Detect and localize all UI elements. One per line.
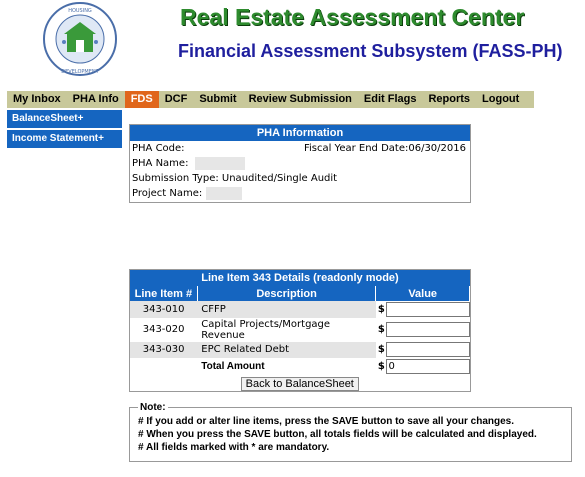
svg-text:HOUSING: HOUSING [68, 8, 92, 14]
table-row: 343-010 CFFP $ [130, 301, 470, 319]
currency-sign: $ [375, 318, 386, 342]
line-item-table: Line Item # Description Value 343-010 CF… [130, 286, 470, 392]
nav-submit[interactable]: Submit [193, 91, 242, 108]
table-row: 343-020 Capital Projects/Mortgage Revenu… [130, 318, 470, 342]
sidebar-item-income-statement[interactable]: Income Statement+ [7, 130, 122, 148]
app-title: Real Estate Assessment Center [180, 4, 525, 30]
fiscal-year-end-label: Fiscal Year End Date:06/30/2016 [303, 143, 466, 154]
currency-sign: $ [375, 301, 386, 319]
submission-type-label: Submission Type: Unaudited/Single Audit [132, 173, 338, 184]
sidebar-item-balancesheet[interactable]: BalanceSheet+ [7, 110, 122, 128]
submission-type-row: Submission Type: Unaudited/Single Audit [130, 171, 470, 186]
line-description: CFFP [197, 301, 376, 319]
pha-info-title: PHA Information [130, 125, 470, 141]
line-code: 343-010 [130, 301, 198, 319]
hud-seal-icon: HOUSING DEVELOPMENT [43, 2, 117, 76]
line-description: Capital Projects/Mortgage Revenue [197, 318, 376, 342]
note-line: # When you press the SAVE button, all to… [138, 429, 537, 440]
currency-sign: $ [375, 341, 386, 359]
pha-name-label: PHA Name: [132, 158, 189, 169]
line-code: 343-020 [130, 318, 198, 342]
line-value-input[interactable] [385, 301, 470, 317]
pha-name-row: PHA Name: [130, 156, 470, 171]
note-legend: Note: [140, 402, 166, 413]
pha-code-row: PHA Code: Fiscal Year End Date:06/30/201… [130, 141, 470, 156]
pha-name-value [194, 156, 245, 170]
top-nav: My Inbox PHA Info FDS DCF Submit Review … [7, 91, 534, 108]
nav-dcf[interactable]: DCF [159, 91, 194, 108]
currency-sign: $ [377, 361, 385, 373]
nav-logout[interactable]: Logout [476, 91, 525, 108]
pha-code-label: PHA Code: [132, 143, 185, 154]
total-row: Total Amount $ [130, 358, 470, 375]
back-to-balancesheet-button[interactable]: Back to BalanceSheet [240, 376, 359, 391]
pha-info-panel: PHA Information PHA Code: Fiscal Year En… [129, 124, 471, 203]
nav-fds[interactable]: FDS [124, 91, 159, 108]
nav-my-inbox[interactable]: My Inbox [7, 91, 67, 108]
line-value-input[interactable] [385, 342, 470, 357]
note-line: # If you add or alter line items, press … [138, 416, 515, 427]
line-code: 343-030 [130, 341, 198, 359]
project-name-value [206, 186, 243, 200]
col-description: Description [197, 286, 377, 301]
project-name-label: Project Name: [132, 188, 203, 199]
line-item-title: Line Item 343 Details (readonly mode) [130, 270, 470, 286]
nav-reports[interactable]: Reports [422, 91, 476, 108]
col-value: Value [375, 286, 470, 301]
nav-pha-info[interactable]: PHA Info [67, 91, 125, 108]
line-description: EPC Related Debt [197, 341, 376, 359]
note-box: Note: # If you add or alter line items, … [129, 402, 572, 462]
line-item-panel: Line Item 343 Details (readonly mode) Li… [129, 269, 471, 392]
app-subtitle: Financial Assessment Subsystem (FASS-PH) [178, 41, 563, 61]
total-amount-label: Total Amount [201, 361, 265, 373]
side-menu: BalanceSheet+ Income Statement+ [7, 110, 122, 150]
line-value-input[interactable] [385, 322, 470, 337]
note-line: # All fields marked with * are mandatory… [138, 442, 330, 453]
total-amount-input[interactable] [385, 359, 470, 375]
table-row: 343-030 EPC Related Debt $ [130, 341, 470, 359]
project-name-row: Project Name: [130, 186, 470, 201]
nav-review-submission[interactable]: Review Submission [243, 91, 358, 108]
col-line-item: Line Item # [130, 286, 198, 301]
svg-text:DEVELOPMENT: DEVELOPMENT [61, 69, 99, 75]
nav-edit-flags[interactable]: Edit Flags [358, 91, 423, 108]
